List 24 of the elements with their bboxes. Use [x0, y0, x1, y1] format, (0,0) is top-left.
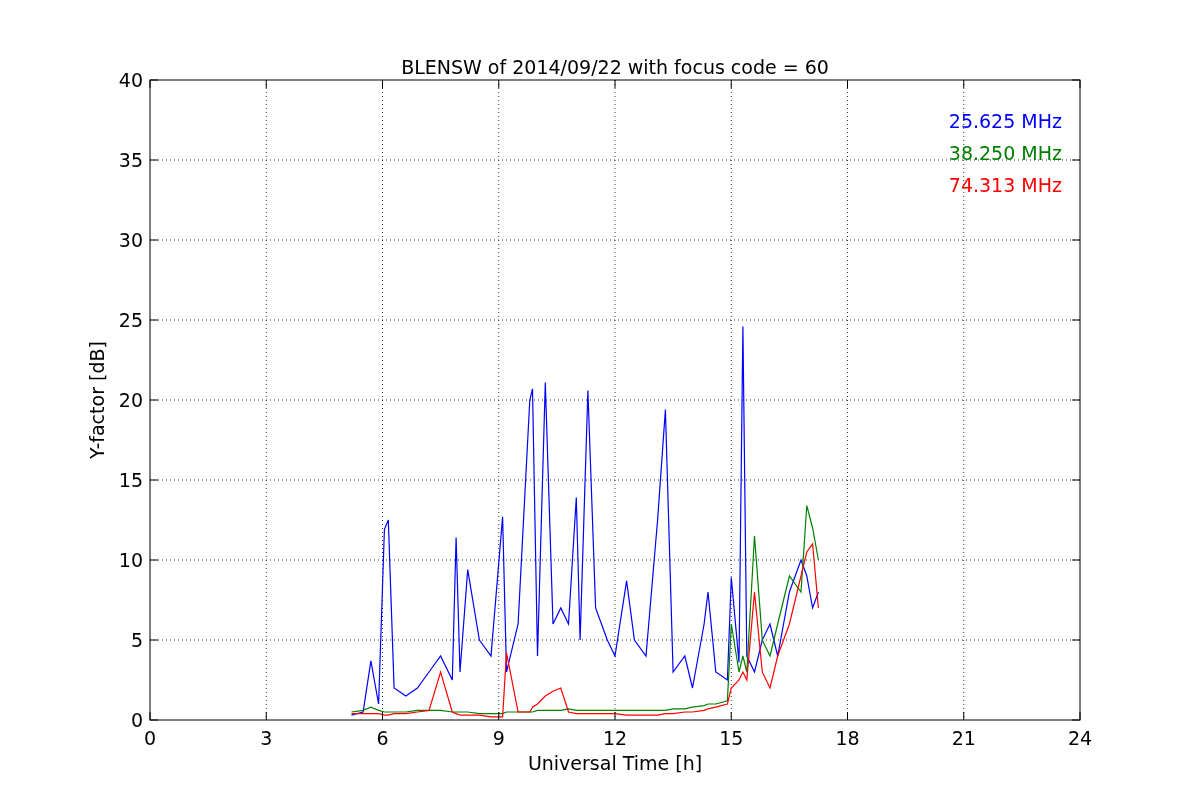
y-tick-label: 25: [118, 309, 143, 331]
chart-title: BLENSW of 2014/09/22 with focus code = 60: [401, 56, 829, 78]
legend-label: 25.625 MHz: [948, 110, 1062, 132]
y-tick-label: 35: [118, 149, 143, 171]
x-tick-label: 6: [376, 727, 389, 749]
x-axis-label: Universal Time [h]: [527, 752, 703, 774]
legend-label: 74.313 MHz: [948, 174, 1062, 196]
legend-label: 38.250 MHz: [948, 142, 1062, 164]
y-tick-label: 5: [130, 629, 143, 651]
y-tick-label: 0: [130, 709, 143, 731]
x-tick-label: 18: [835, 727, 860, 749]
x-tick-label: 21: [951, 727, 976, 749]
y-tick-label: 20: [118, 389, 143, 411]
x-tick-label: 12: [602, 727, 628, 749]
y-tick-label: 40: [118, 69, 143, 91]
x-tick-label: 24: [1067, 727, 1093, 749]
y-axis-label: Y-factor [dB]: [86, 341, 108, 459]
x-tick-label: 9: [492, 727, 505, 749]
y-tick-label: 15: [118, 469, 143, 491]
y-tick-label: 30: [118, 229, 143, 251]
x-tick-label: 15: [719, 727, 744, 749]
x-tick-label: 3: [260, 727, 273, 749]
y-tick-label: 10: [118, 549, 143, 571]
x-tick-label: 0: [143, 727, 157, 749]
